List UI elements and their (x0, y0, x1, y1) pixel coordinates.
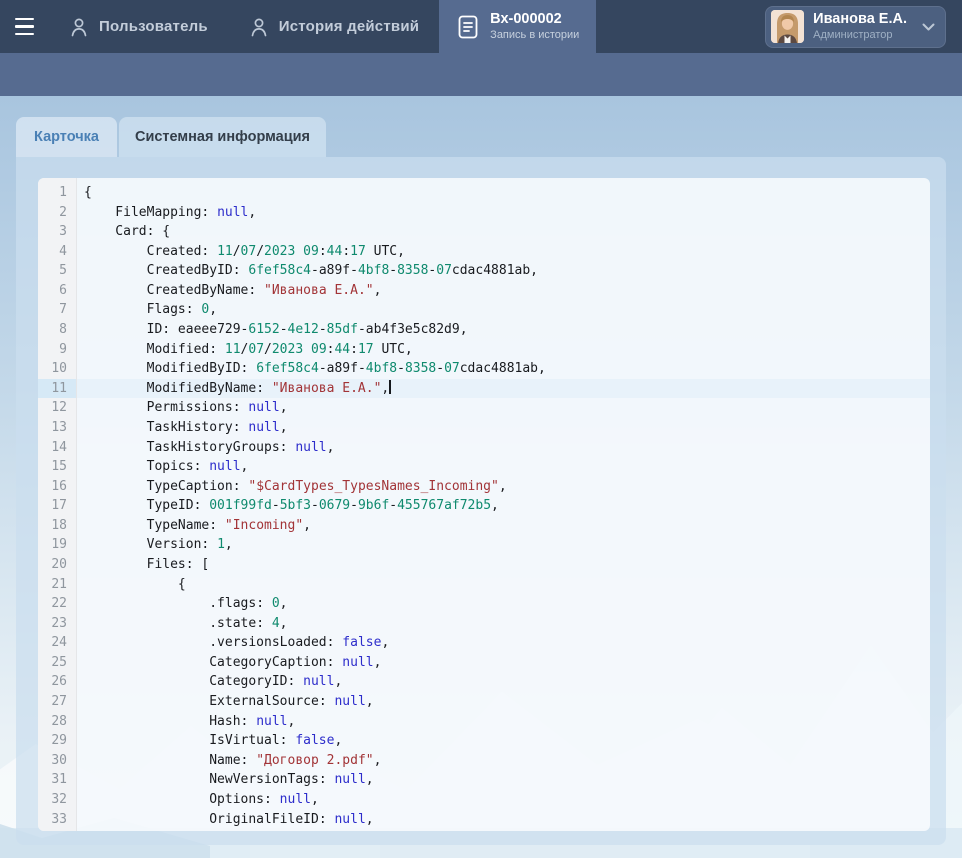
line-number[interactable]: 25 (38, 653, 76, 673)
line-number[interactable]: 26 (38, 672, 76, 692)
code-line[interactable]: CategoryCaption: null, (77, 653, 930, 673)
code-line[interactable]: TypeID: 001f99fd-5bf3-0679-9b6f-455767af… (77, 496, 930, 516)
line-number[interactable]: 24 (38, 633, 76, 653)
line-number[interactable]: 31 (38, 770, 76, 790)
line-number[interactable]: 4 (38, 242, 76, 262)
line-number[interactable]: 2 (38, 203, 76, 223)
line-number[interactable]: 32 (38, 790, 76, 810)
line-number[interactable]: 16 (38, 477, 76, 497)
user-role: Администратор (813, 28, 907, 42)
code-line[interactable]: OriginalFileID: null, (77, 810, 930, 830)
code-line[interactable]: .versionsLoaded: false, (77, 633, 930, 653)
line-number[interactable]: 9 (38, 340, 76, 360)
text-cursor (389, 380, 391, 394)
code-line[interactable]: .state: 4, (77, 614, 930, 634)
line-number[interactable]: 3 (38, 222, 76, 242)
line-number[interactable]: 5 (38, 261, 76, 281)
code-line[interactable]: TaskHistoryGroups: null, (77, 438, 930, 458)
code-line[interactable]: ExternalSource: null, (77, 692, 930, 712)
code-gutter: 1234567891011121314151617181920212223242… (38, 178, 77, 831)
code-line[interactable]: Modified: 11/07/2023 09:44:17 UTC, (77, 340, 930, 360)
line-number[interactable]: 22 (38, 594, 76, 614)
user-name: Иванова Е.А. (813, 11, 907, 28)
line-number[interactable]: 17 (38, 496, 76, 516)
code-line[interactable]: Permissions: null, (77, 398, 930, 418)
line-number[interactable]: 15 (38, 457, 76, 477)
line-number[interactable]: 7 (38, 300, 76, 320)
line-number[interactable]: 30 (38, 751, 76, 771)
code-line[interactable]: Hash: null, (77, 712, 930, 732)
content-tab-strip: Карточка Системная информация (16, 117, 326, 157)
code-line[interactable]: IsVirtual: false, (77, 731, 930, 751)
record-tab-subtitle: Запись в истории (490, 28, 579, 42)
code-line[interactable]: Version: 1, (77, 535, 930, 555)
current-user-menu[interactable]: Иванова Е.А. Администратор (765, 6, 946, 48)
nav-tab-record-active[interactable]: Вх-000002 Запись в истории (439, 0, 596, 53)
line-number[interactable]: 10 (38, 359, 76, 379)
code-line[interactable]: ModifiedByName: "Иванова Е.А.", (77, 379, 930, 399)
chevron-down-icon (922, 23, 935, 31)
header-band (0, 53, 962, 96)
tab-system-info[interactable]: Системная информация (119, 117, 326, 157)
line-number[interactable]: 18 (38, 516, 76, 536)
line-number[interactable]: 29 (38, 731, 76, 751)
code-line[interactable]: .flags: 0, (77, 594, 930, 614)
code-line[interactable]: ModifiedByID: 6fef58c4-a89f-4bf8-8358-07… (77, 359, 930, 379)
code-line[interactable]: FileMapping: null, (77, 203, 930, 223)
code-line[interactable]: CreatedByID: 6fef58c4-a89f-4bf8-8358-07c… (77, 261, 930, 281)
line-number[interactable]: 19 (38, 535, 76, 555)
code-line[interactable]: ID: eaeee729-6152-4e12-85df-ab4f3e5c82d9… (77, 320, 930, 340)
line-number[interactable]: 27 (38, 692, 76, 712)
user-icon (248, 15, 270, 39)
code-line[interactable]: { (77, 183, 930, 203)
avatar (771, 10, 804, 43)
line-number[interactable]: 28 (38, 712, 76, 732)
top-navbar: Пользователь История действий Вх-000002 … (0, 0, 962, 53)
tab-card[interactable]: Карточка (16, 117, 117, 157)
code-lines[interactable]: { FileMapping: null, Card: { Created: 11… (77, 178, 930, 831)
document-icon (456, 14, 480, 40)
user-icon (68, 15, 90, 39)
json-viewer[interactable]: 1234567891011121314151617181920212223242… (38, 178, 930, 831)
code-line[interactable]: Files: [ (77, 555, 930, 575)
code-line[interactable]: Name: "Договор 2.pdf", (77, 751, 930, 771)
line-number[interactable]: 14 (38, 438, 76, 458)
code-line[interactable]: Topics: null, (77, 457, 930, 477)
line-number[interactable]: 21 (38, 575, 76, 595)
code-line[interactable]: CategoryID: null, (77, 672, 930, 692)
line-number[interactable]: 20 (38, 555, 76, 575)
nav-tab-action-history[interactable]: История действий (228, 0, 439, 53)
code-line[interactable]: CreatedByName: "Иванова Е.А.", (77, 281, 930, 301)
line-number[interactable]: 6 (38, 281, 76, 301)
hamburger-menu-button[interactable] (0, 0, 48, 53)
code-line[interactable]: Created: 11/07/2023 09:44:17 UTC, (77, 242, 930, 262)
code-line[interactable]: TaskHistory: null, (77, 418, 930, 438)
code-line[interactable]: Options: null, (77, 790, 930, 810)
line-number[interactable]: 8 (38, 320, 76, 340)
line-number[interactable]: 11 (38, 379, 76, 399)
code-line[interactable]: TypeName: "Incoming", (77, 516, 930, 536)
nav-tab-label: История действий (279, 18, 419, 35)
line-number[interactable]: 1 (38, 183, 76, 203)
code-line[interactable]: NewVersionTags: null, (77, 770, 930, 790)
code-line[interactable]: Flags: 0, (77, 300, 930, 320)
record-tab-title: Вх-000002 (490, 11, 579, 28)
app-window: Пользователь История действий Вх-000002 … (0, 0, 962, 858)
line-number[interactable]: 33 (38, 810, 76, 830)
line-number[interactable]: 23 (38, 614, 76, 634)
line-number[interactable]: 12 (38, 398, 76, 418)
nav-tab-label: Пользователь (99, 18, 208, 35)
code-line[interactable]: { (77, 575, 930, 595)
code-line[interactable]: TypeCaption: "$CardTypes_TypesNames_Inco… (77, 477, 930, 497)
nav-tab-user[interactable]: Пользователь (48, 0, 228, 53)
code-line[interactable]: Card: { (77, 222, 930, 242)
line-number[interactable]: 13 (38, 418, 76, 438)
